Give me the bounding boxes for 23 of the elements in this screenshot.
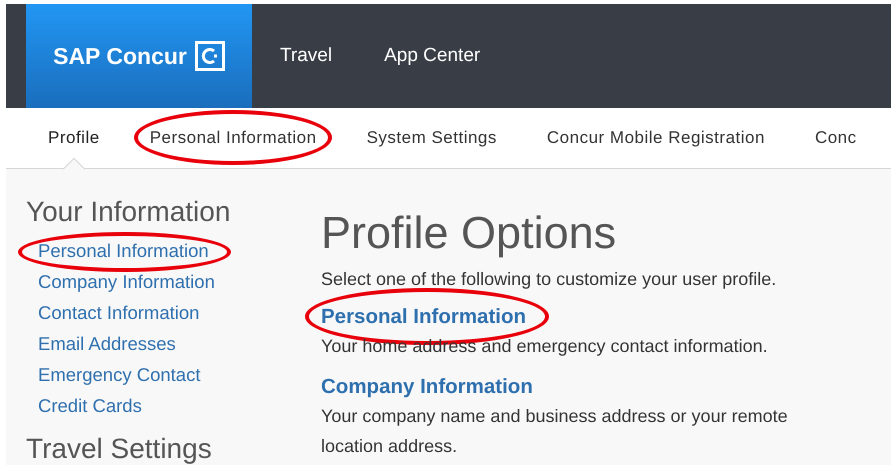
nav-link[interactable]: Travel [280, 42, 332, 70]
intro-text: Select one of the following to customize your user profile. [321, 268, 778, 291]
option-link[interactable]: Company Information [321, 372, 533, 402]
nav-link[interactable]: App Center [384, 42, 480, 70]
sidebar-link[interactable]: Company Information [38, 268, 215, 296]
logo-mark-icon [194, 41, 225, 71]
subnav-tab[interactable]: System Settings [366, 125, 497, 151]
subnav-tab[interactable]: Conc [814, 125, 857, 151]
sidebar-link[interactable]: Personal Information [38, 236, 209, 264]
subnav-tab[interactable]: Concur Mobile Registration [546, 125, 765, 151]
sidebar-link[interactable]: Contact Information [38, 298, 200, 326]
option-link[interactable]: Personal Information [321, 302, 526, 332]
logo-text: SAP Concur [53, 42, 187, 71]
sidebar-link[interactable]: Email Addresses [38, 330, 176, 358]
logo[interactable]: SAP Concur [26, 4, 252, 108]
page-title: Profile Options [321, 207, 618, 259]
subnav-tab[interactable]: Personal Information [150, 125, 317, 151]
sidebar-link[interactable]: Credit Cards [38, 392, 142, 420]
subnav-tab[interactable]: Profile [48, 125, 100, 151]
section-heading: Travel Settings [26, 432, 213, 465]
sidebar-link[interactable]: Emergency Contact [38, 360, 200, 388]
section-heading: Your Information [26, 195, 232, 229]
option-description: Your company name and business address or your remote location address. [321, 405, 789, 458]
